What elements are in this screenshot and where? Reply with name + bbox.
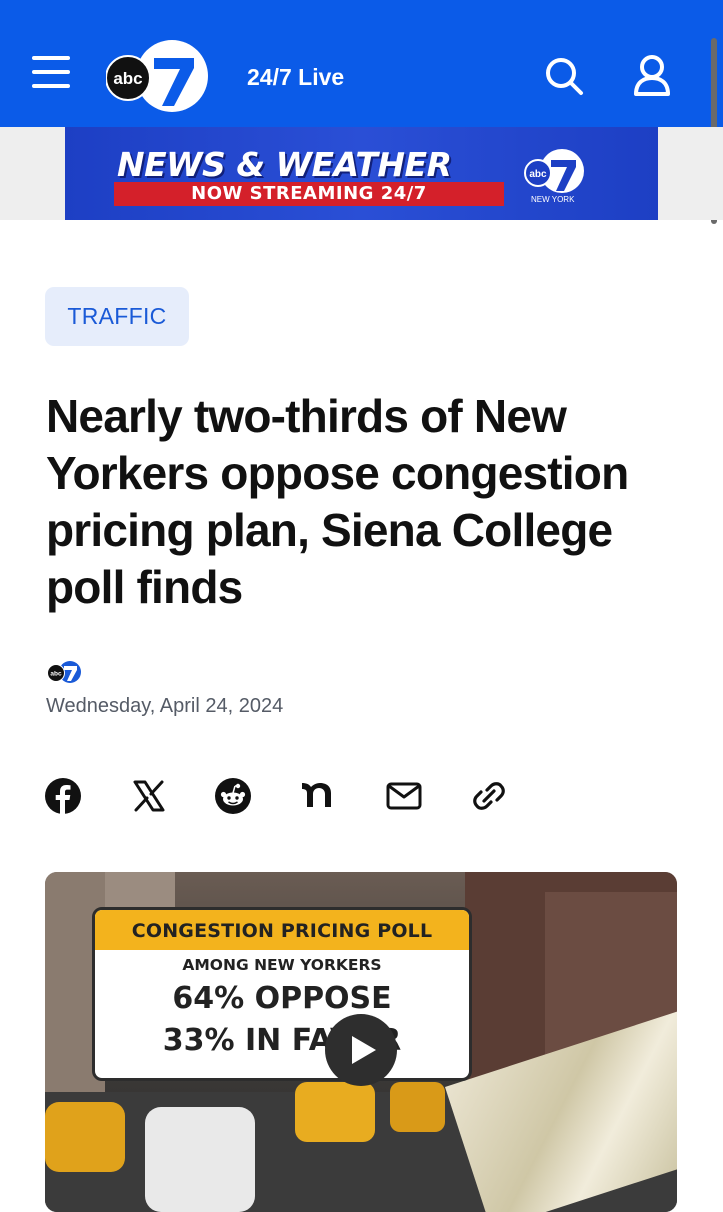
poll-card-title: CONGESTION PRICING POLL	[95, 910, 469, 950]
nextdoor-icon[interactable]	[299, 777, 337, 815]
article-headline: Nearly two-thirds of New Yorkers oppose …	[46, 390, 629, 613]
search-icon[interactable]	[544, 56, 584, 96]
link-icon[interactable]	[470, 777, 508, 815]
poll-card-subtitle: AMONG NEW YORKERS	[182, 956, 382, 974]
svg-text:abc: abc	[50, 671, 62, 678]
x-icon[interactable]	[130, 777, 168, 815]
reddit-icon[interactable]	[214, 777, 252, 815]
news-weather-streaming-banner[interactable]: NEWS & WEATHER NOW STREAMING 24/7 abc NE…	[65, 127, 658, 220]
hamburger-menu-icon[interactable]	[32, 56, 72, 90]
logo-text: abc	[113, 69, 142, 88]
publish-date: Wednesday, April 24, 2024	[46, 695, 284, 717]
taxi-image	[45, 1102, 125, 1172]
banner-subtitle: NOW STREAMING 24/7	[114, 182, 504, 206]
facebook-icon[interactable]	[44, 777, 82, 815]
taxi-image	[295, 1082, 375, 1142]
top-navigation-bar: abc 7 24/7 Live	[0, 0, 723, 127]
svg-text:abc: abc	[529, 169, 547, 180]
email-icon[interactable]	[385, 777, 423, 815]
banner-title: NEWS & WEATHER	[117, 145, 452, 184]
play-button-icon[interactable]	[325, 1014, 397, 1086]
video-thumbnail[interactable]: CONGESTION PRICING POLL AMONG NEW YORKER…	[45, 872, 677, 1212]
svg-text:7: 7	[106, 36, 107, 37]
poll-oppose-result: 64% OPPOSE	[172, 981, 392, 1016]
abc7-logo[interactable]: abc 7	[106, 36, 212, 116]
white-car-image	[145, 1107, 255, 1212]
poll-results-card: CONGESTION PRICING POLL AMONG NEW YORKER…	[92, 907, 472, 1081]
category-tag-traffic[interactable]: TRAFFIC	[45, 287, 189, 346]
taxi-image	[390, 1082, 445, 1132]
live-stream-link[interactable]: 24/7 Live	[247, 64, 344, 91]
account-icon[interactable]	[632, 54, 672, 98]
poll-favor-result: 33% IN FAVOR	[162, 1023, 402, 1058]
abc7-byline-logo: abc	[47, 661, 81, 683]
banner-logo-caption: NEW YORK	[531, 195, 575, 204]
